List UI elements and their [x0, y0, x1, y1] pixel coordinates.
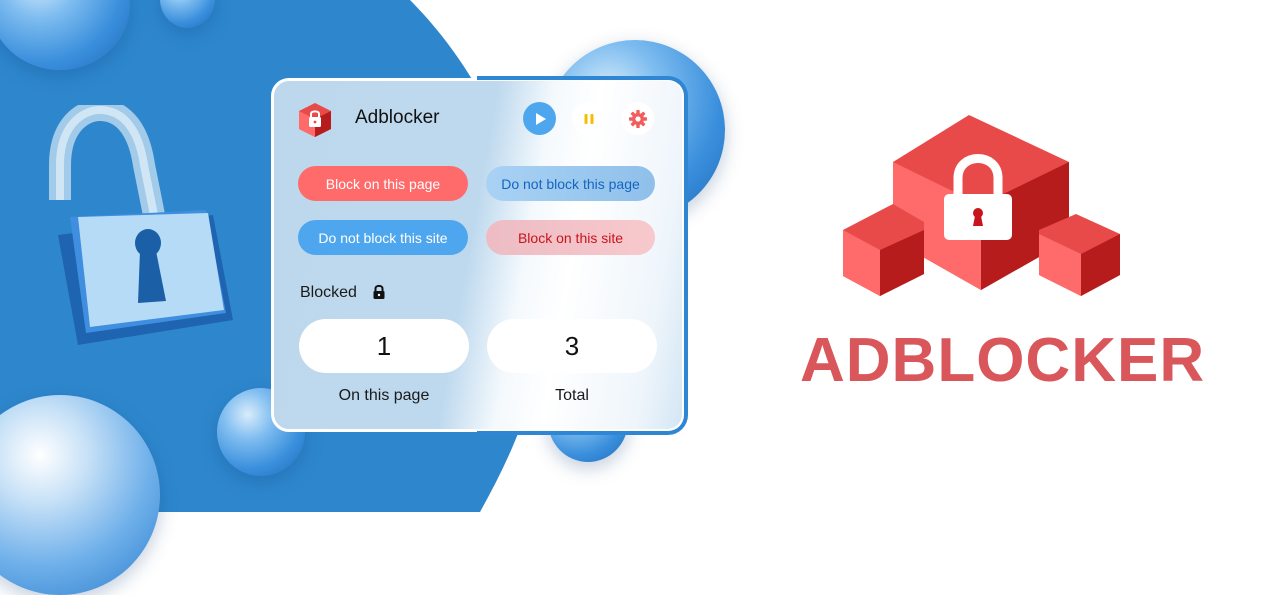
brand-name: ADBLOCKER — [800, 326, 1206, 395]
blocked-label: Blocked — [300, 284, 357, 301]
lock-icon — [373, 284, 385, 299]
do-not-block-this-page-button[interactable]: Do not block this page — [486, 166, 655, 201]
block-on-this-page-button[interactable]: Block on this page — [298, 166, 468, 201]
block-on-this-site-button[interactable]: Block on this site — [486, 220, 655, 255]
stat-total-label: Total — [555, 387, 589, 404]
app-title: Adblocker — [355, 107, 440, 128]
gear-icon — [628, 109, 647, 128]
stat-on-this-page-value: 1 — [299, 319, 469, 373]
settings-button[interactable] — [621, 102, 654, 135]
adblocker-popup — [271, 78, 685, 432]
play-icon — [535, 112, 546, 125]
pause-button[interactable] — [572, 102, 605, 135]
stat-total-value: 3 — [487, 319, 657, 373]
open-padlock-illustration — [49, 105, 233, 345]
do-not-block-this-site-button[interactable]: Do not block this site — [298, 220, 468, 255]
red-cube-lock-icon — [299, 103, 331, 137]
pause-icon — [584, 113, 593, 124]
brand-cube-lock-logo — [843, 115, 1120, 296]
play-button[interactable] — [523, 102, 556, 135]
stat-on-this-page-label: On this page — [338, 387, 430, 404]
